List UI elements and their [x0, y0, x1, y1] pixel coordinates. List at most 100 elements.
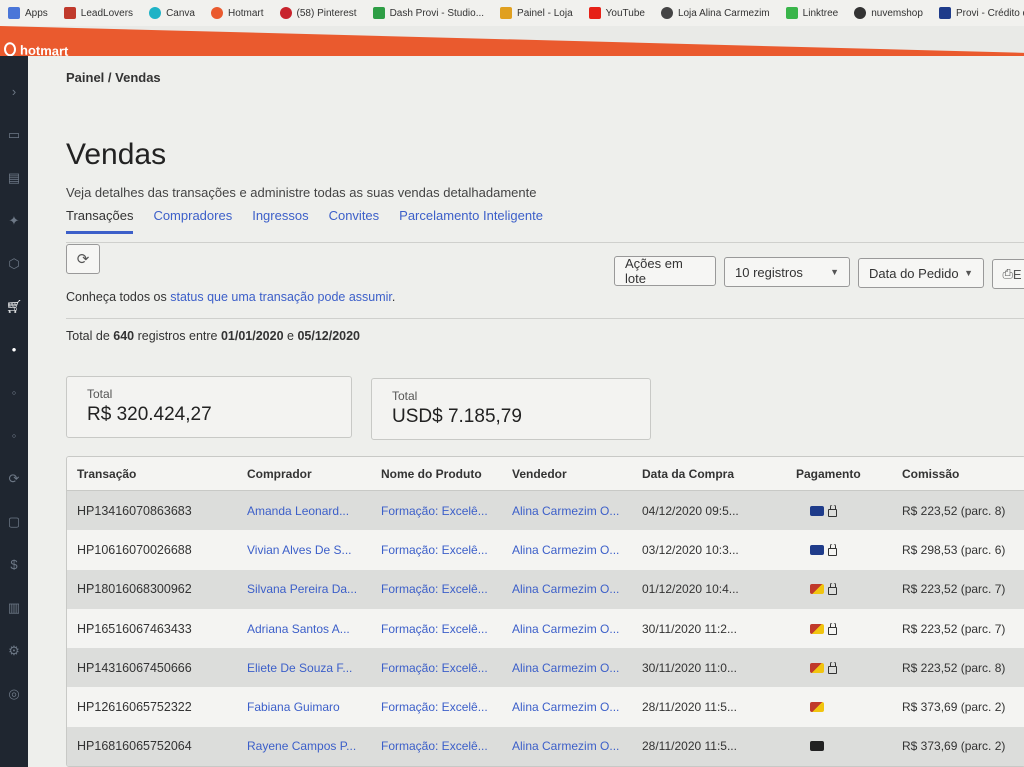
dashboard-icon[interactable]: ▭ — [0, 113, 28, 156]
date-field-select[interactable]: Data do Pedido ▼ — [858, 258, 984, 288]
dollar-icon[interactable]: $ — [0, 543, 28, 586]
buyer-link[interactable]: Vivian Alves De S... — [237, 543, 371, 557]
seller-link[interactable]: Alina Carmezim O... — [502, 661, 632, 675]
bookmark-linktree[interactable]: Linktree — [778, 7, 847, 19]
commission-value: R$ 223,52 (parc. 7) — [902, 582, 1006, 597]
export-button[interactable]: ⎙ E — [992, 259, 1024, 289]
product-link[interactable]: Formação: Excelê... — [371, 543, 502, 557]
col-vendedor[interactable]: Vendedor — [502, 467, 632, 481]
product-link[interactable]: Formação: Excelê... — [371, 661, 502, 675]
product-link[interactable]: Formação: Excelê... — [371, 622, 502, 636]
bookmark-pinterest[interactable]: (58) Pinterest — [272, 7, 365, 19]
bookmark-canva[interactable]: Canva — [141, 7, 203, 19]
sidebar-dot[interactable]: ◦ — [0, 414, 28, 457]
bookmark-provi[interactable]: Provi - Crédito que... — [931, 7, 1024, 19]
export-icon: ⎙ — [1002, 266, 1013, 281]
transaction-id[interactable]: HP10616070026688 — [67, 543, 237, 557]
status-link[interactable]: status que uma transação pode assumir — [170, 290, 392, 304]
table-row[interactable]: HP13416070863683 Amanda Leonard... Formaçã… — [67, 491, 1024, 531]
chart-icon[interactable]: ▥ — [0, 586, 28, 629]
purchase-date: 01/12/2020 10:4... — [642, 582, 739, 597]
bookmark-dash-provi[interactable]: Dash Provi - Studio... — [365, 7, 492, 19]
bookmark-nuvemshop[interactable]: nuvemshop — [846, 7, 931, 19]
payment-cell — [786, 583, 892, 596]
table-row[interactable]: HP10616070026688 Vivian Alves De S... Form… — [67, 530, 1024, 569]
cart-icon[interactable]: 🛒︎ — [0, 285, 28, 328]
seller-link[interactable]: Alina Carmezim O... — [502, 700, 632, 714]
sidebar-dot-active[interactable]: • — [0, 328, 28, 371]
main-content: Painel / Vendas Vendas Veja detalhes das… — [28, 56, 1024, 767]
payment-cell — [786, 661, 892, 674]
bookmark-apps[interactable]: Apps — [0, 7, 56, 19]
bookmark-hotmart[interactable]: Hotmart — [203, 7, 272, 19]
table-row[interactable]: HP16516067463433 Adriana Santos A... Forma… — [67, 609, 1024, 648]
refresh-button[interactable]: ⟳ — [66, 244, 100, 274]
tab-transacoes[interactable]: Transações — [66, 206, 134, 234]
refresh-sync-icon[interactable]: ⟳ — [0, 457, 28, 500]
box-icon[interactable]: ⬡ — [0, 242, 28, 285]
payment-cell — [786, 543, 892, 556]
commission-value: R$ 373,69 (parc. 2) — [902, 739, 1006, 754]
product-link[interactable]: Formação: Excelê... — [371, 504, 502, 518]
table-header: Transação Comprador Nome do Produto Vend… — [67, 457, 1024, 491]
transaction-id[interactable]: HP16816065752064 — [67, 739, 237, 753]
credit-card-icon — [810, 505, 824, 516]
settings-icon[interactable]: ⚙ — [0, 629, 28, 672]
transaction-id[interactable]: HP14316067450666 — [67, 661, 237, 675]
transaction-id[interactable]: HP16516067463433 — [67, 622, 237, 636]
col-pagamento[interactable]: Pagamento — [786, 467, 892, 481]
table-body: HP13416070863683 Amanda Leonard... Formaçã… — [67, 491, 1024, 767]
table-row[interactable]: HP16816065752064 Rayene Campos P... Formaç… — [67, 726, 1024, 767]
bulk-actions-button[interactable]: Ações em lote — [614, 256, 716, 286]
products-icon[interactable]: ▤ — [0, 156, 28, 199]
tab-convites[interactable]: Convites — [329, 206, 380, 234]
seller-link[interactable]: Alina Carmezim O... — [502, 739, 632, 753]
bookmark-painel-loja[interactable]: Painel - Loja — [492, 7, 581, 19]
table-row[interactable]: HP12616065752322 Fabiana Guimaro Formação:… — [67, 687, 1024, 726]
tab-ingressos[interactable]: Ingressos — [252, 206, 308, 234]
dark-card-icon — [810, 741, 824, 752]
seller-link[interactable]: Alina Carmezim O... — [502, 543, 632, 557]
tab-parcelamento[interactable]: Parcelamento Inteligente — [399, 206, 543, 234]
col-comprador[interactable]: Comprador — [237, 467, 371, 481]
seller-link[interactable]: Alina Carmezim O... — [502, 504, 632, 518]
product-link[interactable]: Formação: Excelê... — [371, 582, 502, 596]
tabs-divider — [66, 242, 1024, 243]
table-row[interactable]: HP18016068300962 Silvana Pereira Da... For… — [67, 569, 1024, 609]
col-transacao[interactable]: Transação — [67, 467, 237, 481]
col-comissao[interactable]: Comissão — [892, 467, 1024, 481]
col-produto[interactable]: Nome do Produto — [371, 467, 502, 481]
spreadsheet-icon — [372, 7, 385, 19]
buyer-link[interactable]: Silvana Pereira Da... — [237, 582, 371, 596]
records-summary: Total de 640 registros entre 01/01/2020 … — [66, 329, 360, 343]
buyer-link[interactable]: Amanda Leonard... — [237, 504, 371, 518]
table-row[interactable]: HP14316067450666 Eliete De Souza F... Form… — [67, 648, 1024, 688]
transaction-id[interactable]: HP13416070863683 — [67, 504, 237, 518]
buyer-link[interactable]: Eliete De Souza F... — [237, 661, 371, 675]
buyer-link[interactable]: Adriana Santos A... — [237, 622, 371, 636]
seller-link[interactable]: Alina Carmezim O... — [502, 622, 632, 636]
transaction-id[interactable]: HP12616065752322 — [67, 700, 237, 714]
product-link[interactable]: Formação: Excelê... — [371, 700, 502, 714]
sidebar-dot[interactable]: ◦ — [0, 371, 28, 414]
transaction-id[interactable]: HP18016068300962 — [67, 582, 237, 596]
product-link[interactable]: Formação: Excelê... — [371, 739, 502, 753]
bookmark-loja-alina[interactable]: Loja Alina Carmezim — [653, 7, 778, 19]
chat-icon[interactable]: ▢ — [0, 500, 28, 543]
records-per-page-select[interactable]: 10 registros ▼ — [724, 257, 850, 287]
records-select-value: 10 registros — [735, 264, 803, 280]
help-icon[interactable]: ◎ — [0, 672, 28, 715]
canva-icon — [149, 7, 162, 19]
commission-value: R$ 223,52 (parc. 8) — [902, 660, 1006, 675]
total-brl-card: Total R$ 320.424,27 — [66, 376, 352, 438]
affiliates-icon[interactable]: ✦ — [0, 199, 28, 242]
tab-compradores[interactable]: Compradores — [153, 206, 232, 234]
seller-link[interactable]: Alina Carmezim O... — [502, 582, 632, 596]
col-data-compra[interactable]: Data da Compra — [632, 467, 786, 481]
bookmark-leadlovers[interactable]: LeadLovers — [56, 7, 141, 19]
payment-cell — [786, 702, 892, 713]
bookmark-youtube[interactable]: YouTube — [581, 7, 653, 19]
expand-chevron-icon[interactable]: › — [0, 70, 28, 113]
buyer-link[interactable]: Fabiana Guimaro — [237, 700, 371, 714]
buyer-link[interactable]: Rayene Campos P... — [237, 739, 371, 753]
